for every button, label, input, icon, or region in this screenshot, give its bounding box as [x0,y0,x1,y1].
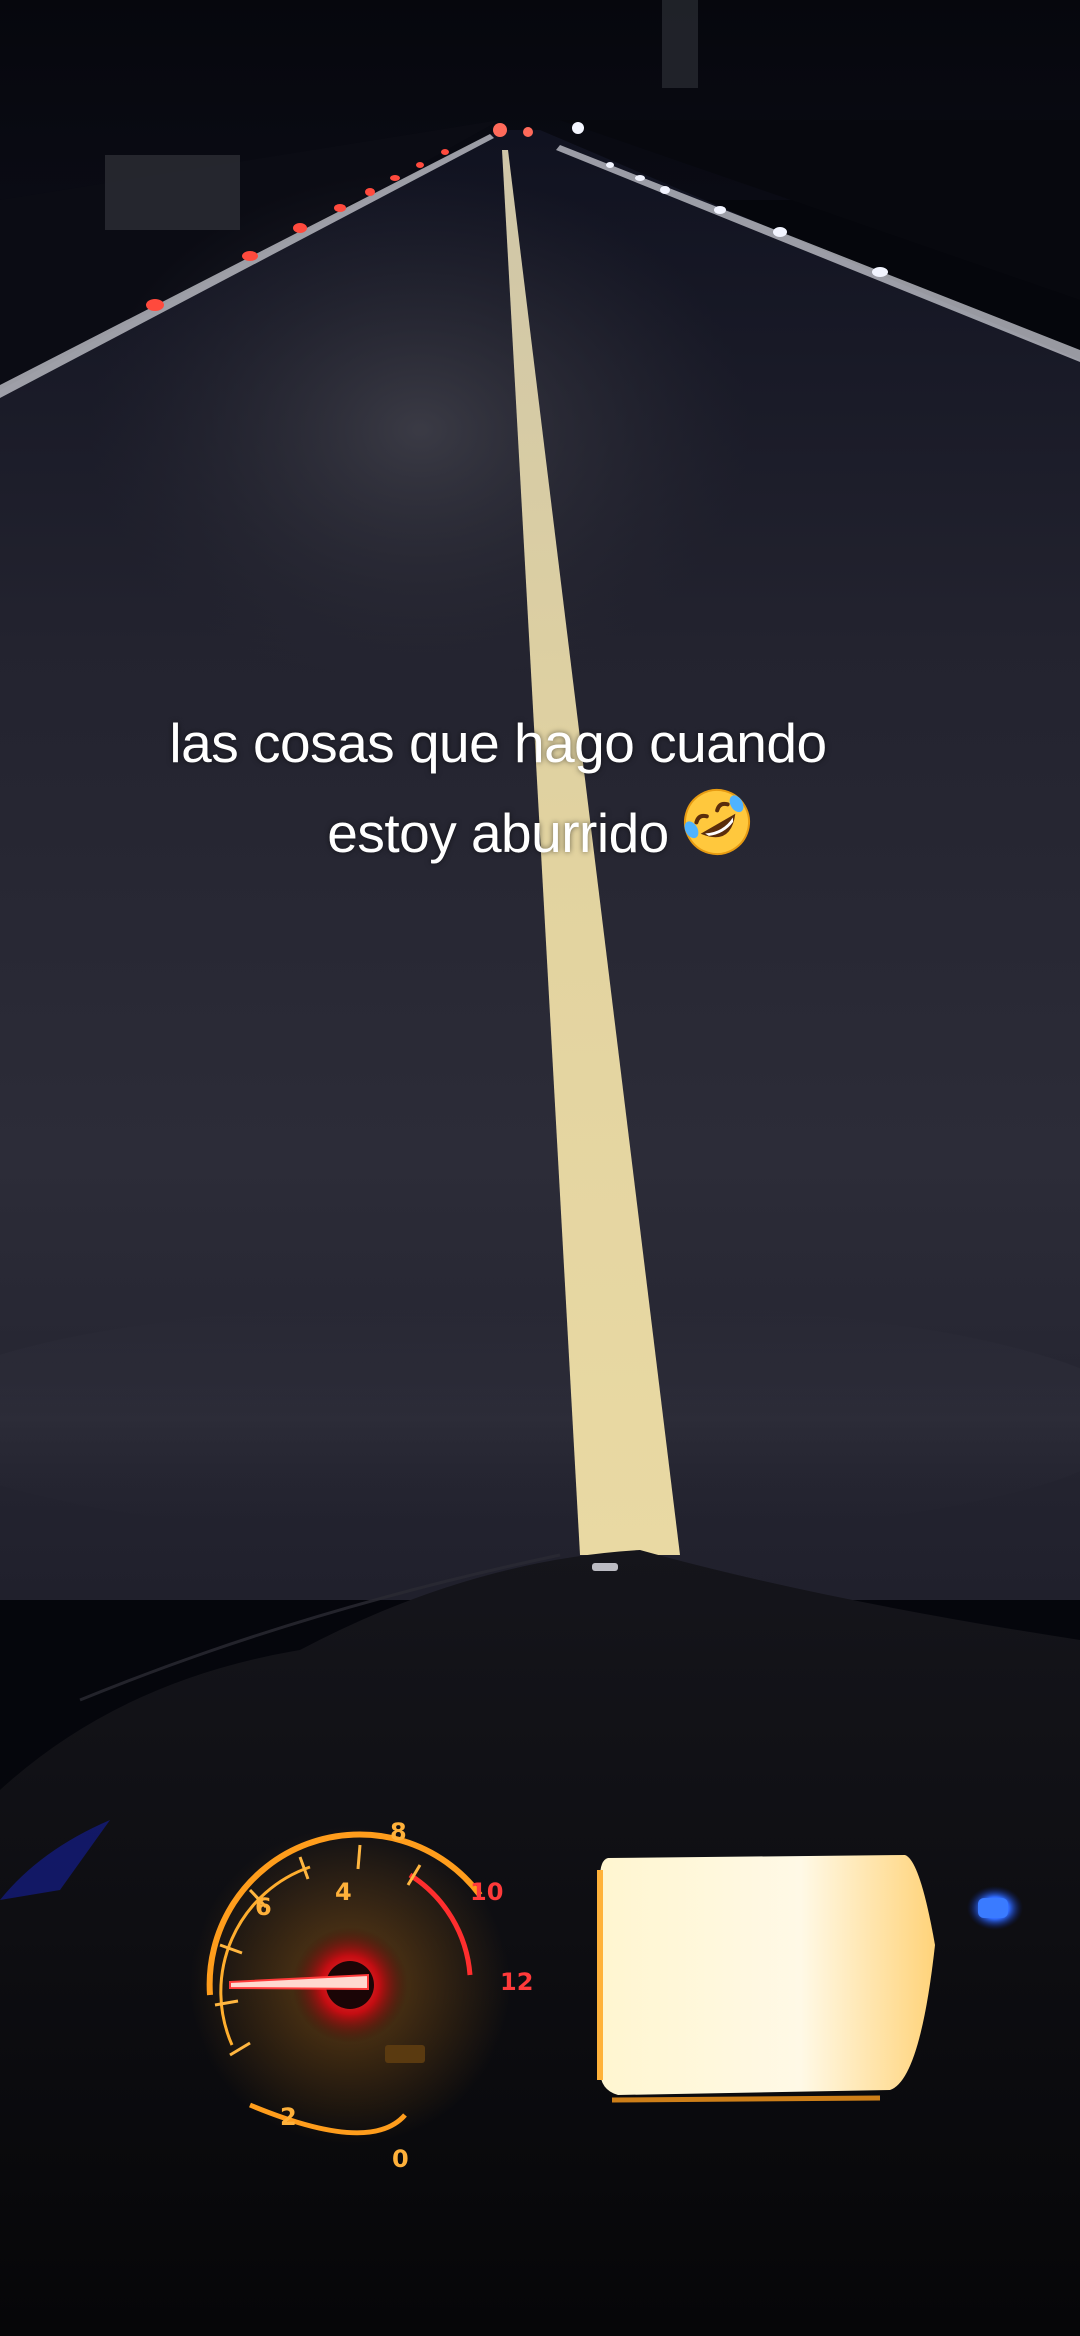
svg-text:8: 8 [390,1818,407,1846]
svg-text:2: 2 [280,2103,297,2131]
lcd-display [600,1855,935,2095]
svg-text:4: 4 [335,1878,352,1906]
rolling-on-the-floor-laughing-icon [681,786,753,882]
svg-text:10: 10 [470,1878,503,1906]
svg-text:0: 0 [392,2145,409,2173]
video-caption: las cosas que hago cuando estoy aburrido [0,700,1080,882]
svg-text:6: 6 [255,1893,272,1921]
caption-line-2: estoy aburrido [0,786,1080,882]
caption-line-1: las cosas que hago cuando [169,712,827,774]
video-frame: 4 6 8 10 12 2 0 las cosas que hago cuand… [0,0,1080,2336]
svg-text:12: 12 [500,1968,533,1996]
caption-line-2-text: estoy aburrido [327,802,669,864]
night-road-scene: 4 6 8 10 12 2 0 [0,0,1080,2336]
